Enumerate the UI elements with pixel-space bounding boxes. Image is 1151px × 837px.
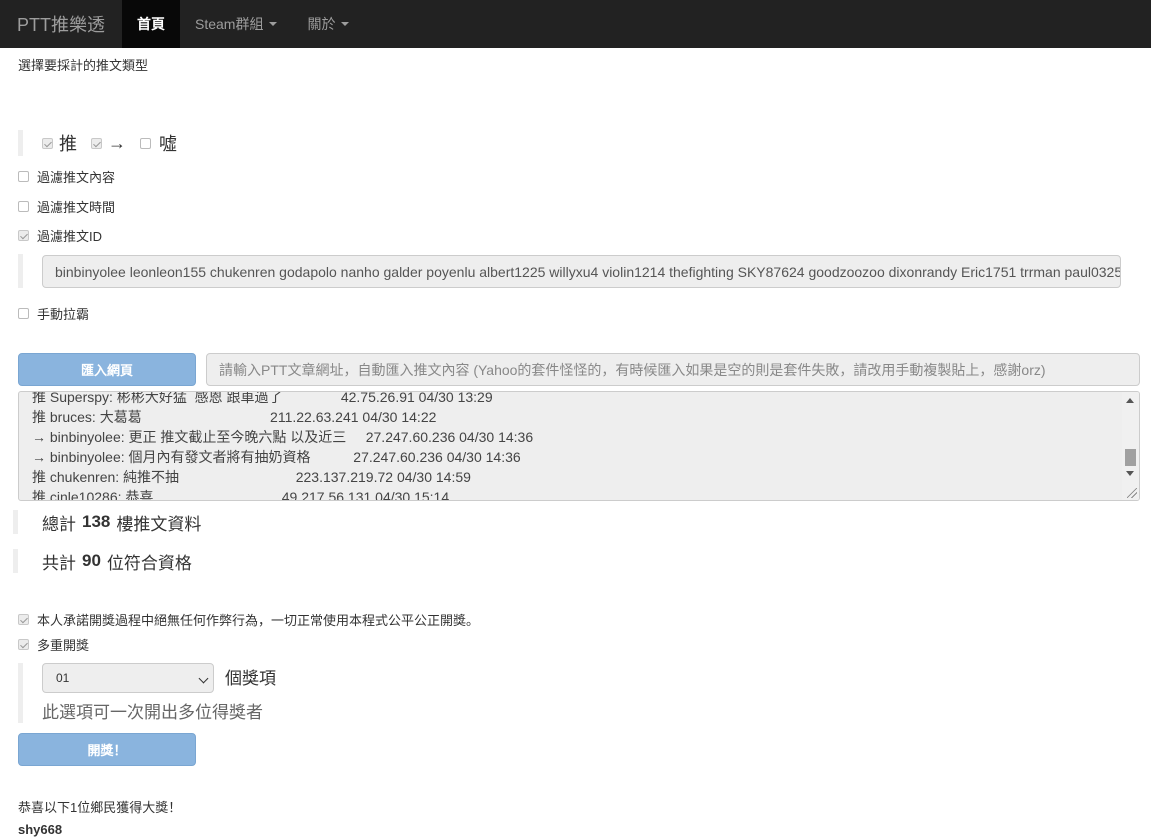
- winner-name: shy668: [18, 822, 63, 837]
- comment-line: 推 cinle10286: 恭喜 49.217.56.131 04/30 15:…: [32, 489, 450, 501]
- import-button[interactable]: 匯入網頁: [18, 353, 196, 386]
- multi-draw-label: 多重開獎: [37, 637, 90, 653]
- filter-id-label: 過濾推文ID: [37, 228, 103, 244]
- promise-checkbox[interactable]: [18, 613, 29, 625]
- push-type-title: 選擇要採計的推文類型: [18, 58, 149, 73]
- prize-count-suffix: 個獎項: [225, 669, 276, 688]
- total-count-stat: 總計 138 樓推文資料: [13, 510, 201, 534]
- resize-handle-icon[interactable]: [1127, 488, 1137, 498]
- comment-line: 推 Superspy: 彬彬大好猛 感恩 跟車過了 42.75.26.91 04…: [32, 391, 493, 405]
- qualified-count: 90: [82, 551, 101, 570]
- nav-home-label: 首頁: [137, 16, 165, 32]
- total-count: 138: [82, 512, 111, 531]
- filter-content-checkbox[interactable]: [18, 170, 29, 182]
- multi-draw-checkbox[interactable]: [18, 638, 29, 650]
- manual-row: 手動拉霸: [18, 298, 89, 328]
- filter-time-row: 過濾推文時間: [18, 191, 115, 221]
- scroll-down-icon[interactable]: [1126, 471, 1134, 476]
- qualified-prefix: 共計: [42, 553, 76, 573]
- filter-time-label: 過濾推文時間: [37, 199, 116, 215]
- qualified-suffix: 位符合資格: [106, 553, 192, 573]
- nav-steam-group[interactable]: Steam群組: [180, 0, 292, 48]
- draw-button[interactable]: 開獎！: [18, 733, 196, 766]
- multi-draw-row: 多重開獎: [18, 629, 89, 659]
- caret-down-icon: [341, 22, 350, 26]
- promise-label: 本人承諾開獎過程中絕無任何作弊行為，一切正常使用本程式公平公正開獎。: [37, 612, 480, 628]
- filter-id-input[interactable]: binbinyolee leonleon155 chukenren godapo…: [42, 255, 1121, 288]
- comment-line: 推 bruces: 大葛葛 211.22.63.241 04/30 14:22: [32, 409, 437, 425]
- comment-line: → binbinyolee: 個月內有發文者將有抽奶資格 27.247.60.2…: [32, 449, 521, 465]
- total-prefix: 總計: [42, 514, 76, 534]
- comment-line: → binbinyolee: 更正 推文截止至今晚六點 以及近三 27.247.…: [32, 429, 534, 445]
- comment-line: 推 chukenren: 純推不抽 223.137.219.72 04/30 1…: [32, 469, 471, 485]
- chevron-down-icon: [198, 673, 209, 684]
- total-suffix: 樓推文資料: [116, 514, 202, 534]
- filter-id-row: 過濾推文ID: [18, 220, 102, 250]
- brand-logo[interactable]: PTT推樂透: [0, 0, 122, 48]
- manual-checkbox[interactable]: [18, 307, 29, 319]
- comments-textarea[interactable]: 推 Superspy: 彬彬大好猛 感恩 跟車過了 42.75.26.91 04…: [18, 391, 1140, 501]
- push-type-options: 推 → 噓: [18, 130, 218, 156]
- manual-label: 手動拉霸: [37, 306, 90, 322]
- url-input[interactable]: 請輸入PTT文章網址，自動匯入推文內容 (Yahoo的套件怪怪的，有時候匯入如果…: [206, 353, 1140, 386]
- nav-about[interactable]: 關於: [292, 0, 364, 48]
- arrow-checkbox[interactable]: [91, 137, 102, 149]
- filter-time-checkbox[interactable]: [18, 200, 29, 212]
- push-label: 推: [59, 134, 77, 154]
- boo-label: 噓: [159, 134, 177, 154]
- navbar: PTT推樂透 首頁 Steam群組 關於: [0, 0, 1151, 48]
- multi-draw-hint: 此選項可一次開出多位得獎者: [42, 703, 263, 722]
- caret-down-icon: [269, 22, 278, 26]
- textarea-scrollbar[interactable]: [1122, 392, 1139, 500]
- main-content: 選擇要採計的推文類型 推 → 噓 過濾推文內容 過濾推文時間 過濾推文ID bi…: [0, 48, 1151, 837]
- push-checkbox[interactable]: [42, 137, 53, 149]
- filter-id-checkbox[interactable]: [18, 229, 29, 241]
- filter-content-label: 過濾推文內容: [37, 169, 116, 185]
- qualified-count-stat: 共計 90 位符合資格: [13, 549, 192, 573]
- scroll-up-icon[interactable]: [1126, 398, 1134, 403]
- prize-count-value: 01: [56, 671, 70, 685]
- scroll-thumb[interactable]: [1125, 449, 1136, 466]
- filter-content-row: 過濾推文內容: [18, 161, 115, 191]
- nav-about-label: 關於: [307, 16, 336, 32]
- nav-steam-label: Steam群組: [195, 16, 264, 32]
- arrow-label: →: [108, 132, 126, 153]
- prize-count-select[interactable]: 01: [42, 663, 214, 693]
- nav-home[interactable]: 首頁: [122, 0, 180, 48]
- boo-checkbox[interactable]: [140, 137, 151, 149]
